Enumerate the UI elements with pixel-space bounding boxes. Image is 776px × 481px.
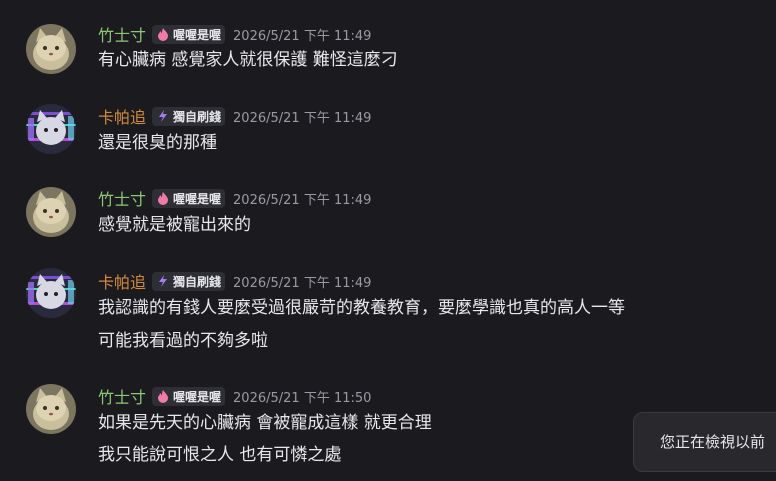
role-tag-label: 獨自刷錢: [173, 109, 222, 124]
timestamp: 2026/5/21 下午 11:49: [233, 110, 372, 126]
user-avatar[interactable]: [26, 268, 76, 318]
role-tag[interactable]: 喔喔是喔: [152, 386, 226, 406]
purple-lightning-icon: [156, 274, 170, 288]
username[interactable]: 竹士寸: [98, 22, 146, 46]
username[interactable]: 竹士寸: [98, 384, 146, 408]
user-avatar[interactable]: [26, 187, 76, 237]
username[interactable]: 卡帕追: [98, 104, 146, 128]
pink-flame-icon: [156, 191, 170, 205]
role-tag[interactable]: 獨自刷錢: [152, 106, 226, 126]
username[interactable]: 竹士寸: [98, 186, 146, 210]
timestamp: 2026/5/21 下午 11:49: [233, 275, 372, 291]
pink-flame-icon: [156, 389, 170, 403]
timestamp: 2026/5/21 下午 11:49: [233, 28, 372, 44]
user-avatar[interactable]: [26, 24, 76, 74]
username[interactable]: 卡帕追: [98, 269, 146, 293]
role-tag-label: 喔喔是喔: [173, 27, 222, 42]
message-text: 可能我看過的不夠多啦: [98, 331, 268, 351]
user-avatar[interactable]: [26, 384, 76, 434]
user-avatar[interactable]: [26, 104, 76, 154]
role-tag[interactable]: 喔喔是喔: [152, 24, 226, 44]
timestamp: 2026/5/21 下午 11:50: [233, 390, 372, 406]
toast-text: 您正在檢視以前: [660, 433, 766, 451]
role-tag-label: 喔喔是喔: [173, 389, 222, 404]
message-text: 感覺就是被寵出來的: [98, 215, 251, 235]
message-text: 我認識的有錢人要麼受過很嚴苛的教養教育，要麼學識也真的高人一等: [98, 298, 625, 318]
message-text: 如果是先天的心臟病 會被寵成這樣 就更合理: [98, 413, 432, 433]
viewing-older-messages-toast[interactable]: 您正在檢視以前: [633, 412, 776, 472]
pink-flame-icon: [156, 27, 170, 41]
message-text: 還是很臭的那種: [98, 133, 217, 153]
role-tag-label: 獨自刷錢: [173, 274, 222, 289]
message-text: 有心臟病 感覺家人就很保護 難怪這麼刁: [98, 50, 398, 70]
timestamp: 2026/5/21 下午 11:49: [233, 192, 372, 208]
role-tag[interactable]: 獨自刷錢: [152, 271, 226, 291]
message-text: 我只能說可恨之人 也有可憐之處: [98, 445, 342, 465]
chat-message-list: 竹士寸 喔喔是喔 2026/5/21 下午 11:49 有心臟病 感覺家人就很保…: [0, 0, 776, 481]
role-tag-label: 喔喔是喔: [173, 191, 222, 206]
purple-lightning-icon: [156, 109, 170, 123]
role-tag[interactable]: 喔喔是喔: [152, 188, 226, 208]
